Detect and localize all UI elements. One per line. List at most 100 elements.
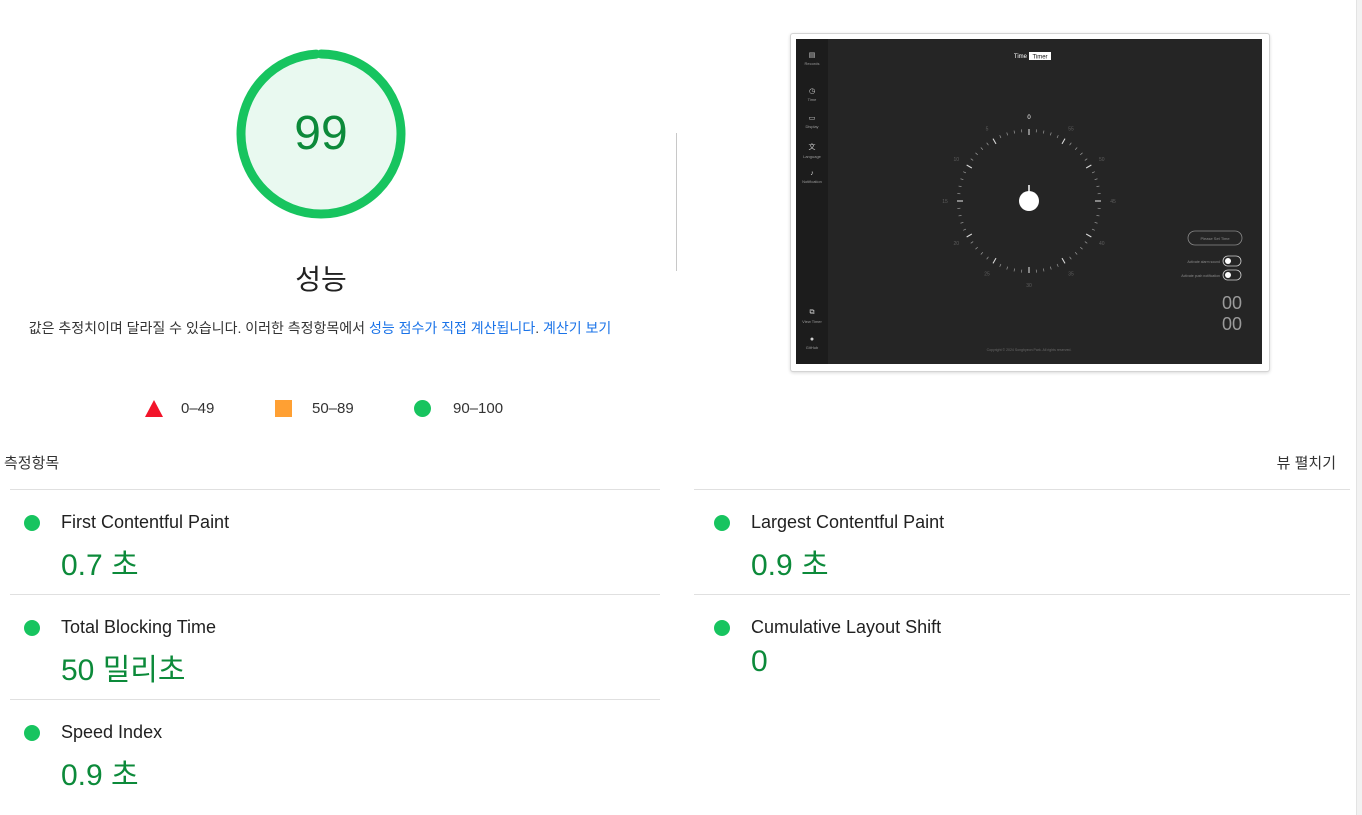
dial-tick [963, 171, 967, 174]
calculator-link[interactable]: 계산기 보기 [543, 320, 611, 336]
dial-number: 25 [984, 272, 990, 278]
dial-number: 50 [1099, 157, 1105, 163]
dial-tick [958, 185, 962, 187]
dial-tick [1096, 185, 1100, 187]
description-text: 값은 추정치이며 달라질 수 있습니다. 이러한 측정항목에서 [28, 320, 369, 336]
metrics-divider [694, 594, 1350, 595]
thumb-digits-bottom: 00 [1222, 314, 1242, 334]
dial-tick [1094, 178, 1098, 181]
dial-tick [1096, 215, 1100, 217]
metrics-divider [694, 489, 1350, 490]
dial-tick [1043, 268, 1045, 272]
thumb-toggle2-label: Activate push notification [1181, 274, 1220, 278]
dial-tick [999, 263, 1002, 267]
dial-number: 45 [1110, 199, 1116, 205]
dial-tick [986, 142, 989, 146]
dial-tick [1069, 142, 1072, 146]
dial-tick [1061, 138, 1066, 145]
thumb-toggle1-label: Activate alarm sound [1187, 260, 1220, 264]
legend-item-average: 50–89 [275, 400, 354, 417]
dial-tick [980, 252, 984, 255]
dial-number: 20 [953, 241, 959, 247]
dial-tick [958, 215, 962, 217]
dial-tick [1084, 241, 1088, 244]
legend-item-pass: 90–100 [414, 400, 503, 417]
dial-tick [1061, 257, 1066, 264]
dial-tick [966, 233, 973, 238]
metrics-divider [10, 489, 660, 490]
dial-tick [960, 221, 964, 224]
metric-cumulative-layout-shift: Cumulative Layout Shift 0 [690, 597, 1330, 697]
green-circle-icon [24, 725, 40, 741]
metrics-divider [10, 699, 660, 700]
dial-number: 30 [1026, 283, 1032, 289]
metric-value: 0.9 초 [61, 759, 139, 792]
legend-label-fail: 0–49 [181, 400, 215, 417]
green-circle-icon [714, 620, 730, 636]
dial-knob [1019, 191, 1039, 211]
dial-number: 15 [942, 199, 948, 205]
green-circle-icon [24, 515, 40, 531]
dial-tick [1091, 228, 1095, 231]
green-circle-icon [24, 620, 40, 636]
dial-tick [1006, 132, 1009, 136]
thumb-set-time-label: Please Set Time [1200, 236, 1230, 241]
dial-tick [975, 246, 978, 250]
thumb-content: Time Timer 0 5 10 15 20 25 30 35 40 45 50 55 Please… [942, 52, 1243, 352]
legend-label-pass: 90–100 [453, 400, 504, 417]
metric-label: First Contentful Paint [61, 512, 230, 532]
dial-tick [1049, 266, 1052, 270]
metric-total-blocking-time: Total Blocking Time 50 밀리초 [0, 597, 640, 697]
dial-tick [1056, 263, 1059, 267]
dial-tick [1013, 130, 1015, 134]
performance-score-value: 99 [294, 107, 348, 160]
dial-tick [980, 147, 984, 150]
metric-value: 0 [751, 645, 768, 678]
red-triangle-icon [145, 400, 163, 417]
thumb-digits-top: 00 [1222, 293, 1242, 313]
vertical-scrollbar[interactable] [1356, 0, 1362, 815]
score-description: 값은 추정치이며 달라질 수 있습니다. 이러한 측정항목에서 성능 점수가 직… [20, 314, 620, 342]
dial-tick [1006, 266, 1009, 270]
dial-tick [1043, 130, 1045, 134]
dial-tick [960, 178, 964, 181]
dial-tick [1069, 256, 1072, 260]
dial-tick [1085, 233, 1092, 238]
dial-tick [1049, 132, 1052, 136]
metric-value: 50 밀리초 [61, 654, 186, 687]
final-screenshot: ▤ Records ◷ Time ▭ Display 文 Language ♪ Notif… [796, 39, 1262, 364]
dial-tick [992, 257, 997, 264]
score-calculation-link[interactable]: 성능 점수가 직접 계산됩니다 [369, 320, 535, 336]
metric-speed-index: Speed Index 0.9 초 [0, 702, 640, 802]
dial-tick [1085, 164, 1092, 169]
metric-first-contentful-paint: First Contentful Paint 0.7 초 [0, 492, 640, 592]
dial-tick [1080, 246, 1083, 250]
dial-tick [986, 256, 989, 260]
dial-number: 35 [1068, 272, 1074, 278]
description-separator: . [535, 320, 543, 336]
dial-tick [975, 152, 978, 156]
dial-tick [1080, 152, 1083, 156]
dial-tick [970, 158, 974, 161]
dial-number: 5 [986, 126, 989, 132]
dial-tick [970, 241, 974, 244]
metric-largest-contentful-paint: Largest Contentful Paint 0.9 초 [690, 492, 1330, 592]
green-circle-icon [714, 515, 730, 531]
thumb-header-time: Time [1014, 54, 1028, 60]
performance-score-title: 성능 [295, 264, 347, 295]
dial-tick [1074, 147, 1078, 150]
dial-number: 55 [1068, 126, 1074, 132]
metrics-header: 측정항목 [4, 455, 60, 472]
dial-number: 10 [953, 157, 959, 163]
metrics-divider [10, 594, 660, 595]
dial-number: 0 [1027, 115, 1031, 121]
expand-view-toggle[interactable]: 뷰 펼치기 [1277, 452, 1336, 473]
metric-value: 0.9 초 [751, 549, 829, 582]
thumb-dial: 0 5 10 15 20 25 30 35 40 45 50 55 [942, 115, 1116, 289]
metric-label: Speed Index [61, 722, 163, 742]
legend-item-fail: 0–49 [145, 400, 214, 417]
dial-tick [1084, 158, 1088, 161]
green-circle-icon [414, 400, 431, 417]
score-legend: 0–49 50–89 90–100 [0, 400, 660, 420]
dial-tick [992, 138, 997, 145]
